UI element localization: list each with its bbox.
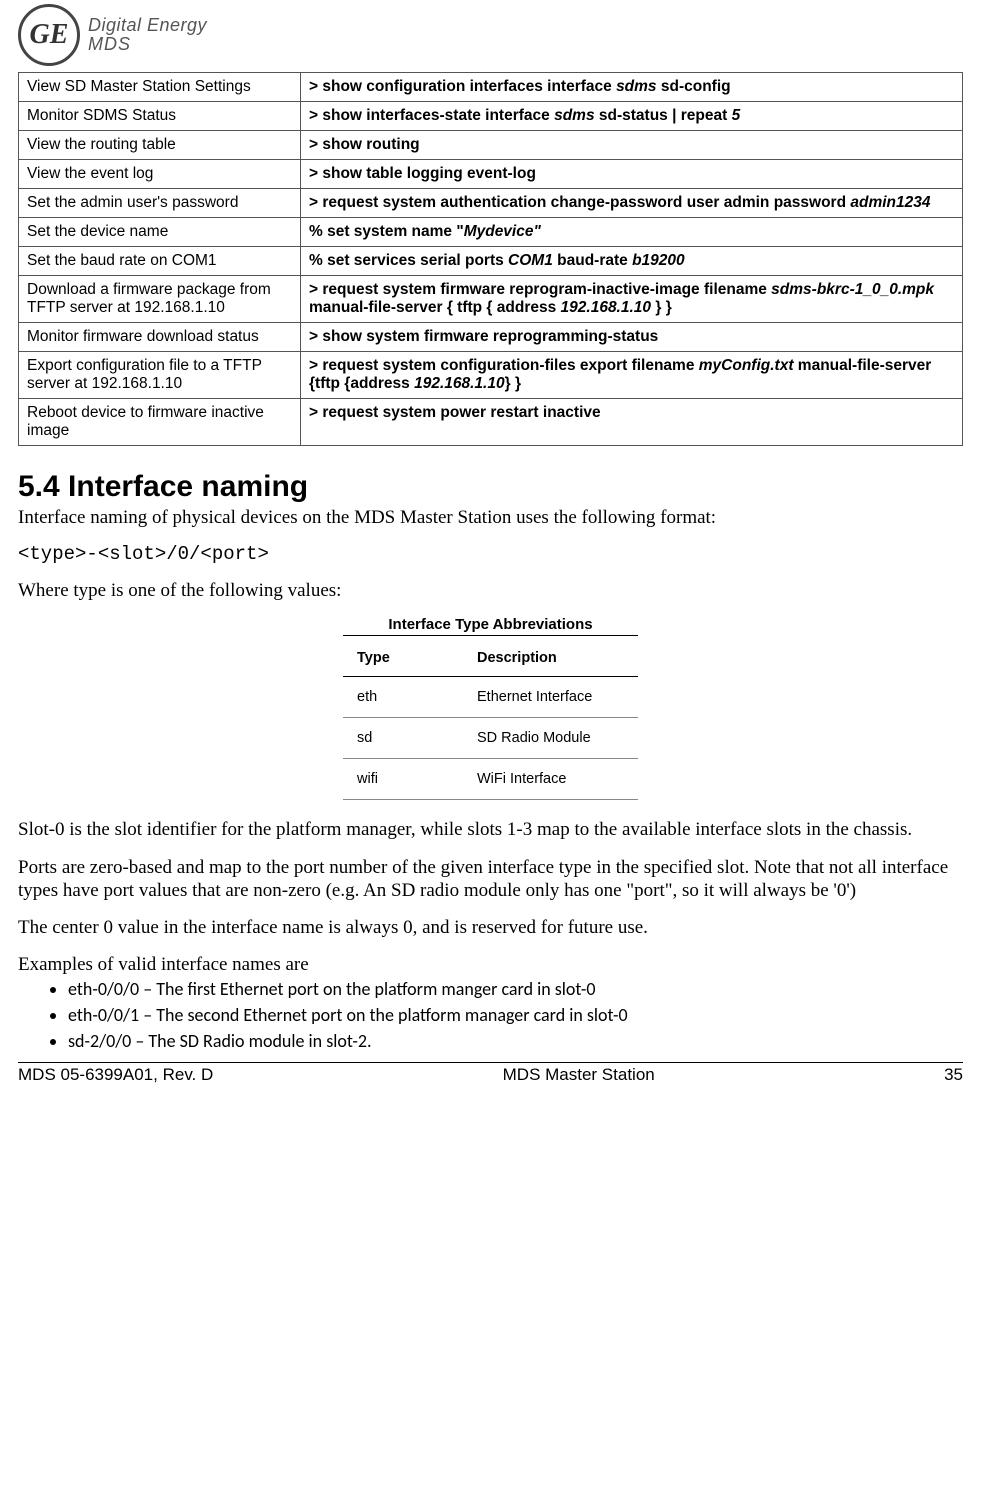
paragraph: Ports are zero-based and map to the port… — [18, 856, 963, 902]
list-item: sd-2/0/0 – The SD Radio module in slot-2… — [68, 1030, 963, 1052]
abbr-header-desc: Description — [463, 636, 638, 677]
cmd-text: > request system firmware reprogram-inac… — [301, 276, 963, 323]
brand-text: Digital Energy MDS — [88, 16, 207, 54]
paragraph: Where type is one of the following value… — [18, 579, 963, 602]
cmd-description: Set the device name — [19, 218, 301, 247]
cmd-text: > show configuration interfaces interfac… — [301, 73, 963, 102]
table-row: Reboot device to firmware inactive image… — [19, 399, 963, 446]
table-row: Set the admin user's password> request s… — [19, 189, 963, 218]
ge-logo-icon: GE — [18, 4, 80, 66]
table-row: sdSD Radio Module — [343, 718, 638, 759]
paragraph: Interface naming of physical devices on … — [18, 506, 963, 529]
footer-center: MDS Master Station — [503, 1065, 655, 1085]
cmd-description: Reboot device to firmware inactive image — [19, 399, 301, 446]
cmd-description: Monitor SDMS Status — [19, 102, 301, 131]
cmd-text: > show table logging event-log — [301, 160, 963, 189]
cmd-description: Download a firmware package from TFTP se… — [19, 276, 301, 323]
abbr-type: eth — [343, 677, 463, 718]
brand-line2: MDS — [88, 35, 207, 54]
footer-left: MDS 05-6399A01, Rev. D — [18, 1065, 213, 1085]
cmd-description: Set the admin user's password — [19, 189, 301, 218]
abbr-type: wifi — [343, 759, 463, 800]
table-row: Set the device name% set system name "My… — [19, 218, 963, 247]
paragraph: Slot-0 is the slot identifier for the pl… — [18, 818, 963, 841]
cmd-text: > show interfaces-state interface sdms s… — [301, 102, 963, 131]
cmd-text: > show system firmware reprogramming-sta… — [301, 323, 963, 352]
cmd-description: Set the baud rate on COM1 — [19, 247, 301, 276]
cmd-description: View the routing table — [19, 131, 301, 160]
cmd-description: View the event log — [19, 160, 301, 189]
table-row: View the event log> show table logging e… — [19, 160, 963, 189]
section-heading: 5.4 Interface naming — [18, 470, 963, 504]
list-item: eth-0/0/0 – The first Ethernet port on t… — [68, 978, 963, 1000]
paragraph: The center 0 value in the interface name… — [18, 916, 963, 939]
table-row: Export configuration file to a TFTP serv… — [19, 352, 963, 399]
cmd-description: Monitor firmware download status — [19, 323, 301, 352]
cmd-text: > request system power restart inactive — [301, 399, 963, 446]
table-row: Monitor SDMS Status> show interfaces-sta… — [19, 102, 963, 131]
cmd-text: > request system configuration-files exp… — [301, 352, 963, 399]
cmd-text: > show routing — [301, 131, 963, 160]
table-row: Set the baud rate on COM1% set services … — [19, 247, 963, 276]
brand-line1: Digital Energy — [88, 16, 207, 35]
page-footer: MDS 05-6399A01, Rev. D MDS Master Statio… — [18, 1062, 963, 1085]
paragraph: Examples of valid interface names are — [18, 953, 963, 976]
abbreviation-table: Type Description ethEthernet Interfacesd… — [343, 636, 638, 800]
list-item: eth-0/0/1 – The second Ethernet port on … — [68, 1004, 963, 1026]
table-row: View SD Master Station Settings> show co… — [19, 73, 963, 102]
cmd-text: > request system authentication change-p… — [301, 189, 963, 218]
abbr-title: Interface Type Abbreviations — [343, 616, 638, 636]
abbreviation-table-wrap: Interface Type Abbreviations Type Descri… — [343, 616, 638, 800]
table-row: ethEthernet Interface — [343, 677, 638, 718]
format-line: <type>-<slot>/0/<port> — [18, 543, 963, 565]
cmd-text: % set system name "Mydevice" — [301, 218, 963, 247]
cmd-text: % set services serial ports COM1 baud-ra… — [301, 247, 963, 276]
footer-right: 35 — [944, 1065, 963, 1085]
abbr-desc: WiFi Interface — [463, 759, 638, 800]
abbr-type: sd — [343, 718, 463, 759]
cmd-description: Export configuration file to a TFTP serv… — [19, 352, 301, 399]
command-table: View SD Master Station Settings> show co… — [18, 72, 963, 446]
abbr-header-type: Type — [343, 636, 463, 677]
table-row: Download a firmware package from TFTP se… — [19, 276, 963, 323]
abbr-desc: SD Radio Module — [463, 718, 638, 759]
cmd-description: View SD Master Station Settings — [19, 73, 301, 102]
table-row: View the routing table> show routing — [19, 131, 963, 160]
page-header: GE Digital Energy MDS — [18, 0, 963, 68]
table-row: wifiWiFi Interface — [343, 759, 638, 800]
examples-list: eth-0/0/0 – The first Ethernet port on t… — [40, 978, 963, 1052]
abbr-desc: Ethernet Interface — [463, 677, 638, 718]
table-row: Monitor firmware download status> show s… — [19, 323, 963, 352]
